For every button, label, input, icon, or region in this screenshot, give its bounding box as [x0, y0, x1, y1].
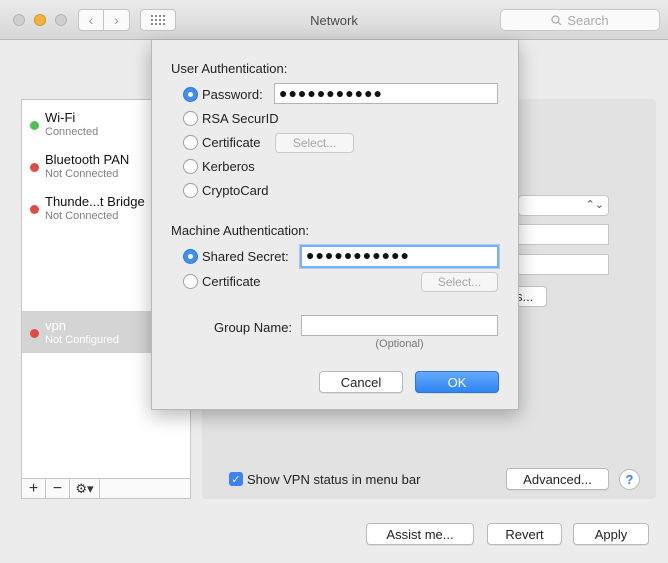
status-dot-icon — [30, 329, 39, 338]
password-radio[interactable] — [183, 87, 198, 102]
configuration-popup[interactable]: ⌃⌄ — [518, 195, 609, 216]
password-field[interactable]: ●●●●●●●●●●● — [274, 83, 498, 104]
status-dot-icon — [30, 121, 39, 130]
group-name-label: Group Name: — [214, 320, 293, 335]
status-dot-icon — [30, 163, 39, 172]
apply-button[interactable]: Apply — [573, 523, 649, 545]
group-name-hint: (Optional) — [375, 338, 424, 350]
cancel-button[interactable]: Cancel — [319, 371, 403, 393]
cryptocard-radio[interactable] — [183, 183, 198, 198]
advanced-button[interactable]: Advanced... — [506, 468, 609, 490]
title-bar: ‹ › Network Search — [0, 0, 668, 40]
certificate-label: Certificate — [202, 135, 261, 150]
rsa-securid-label: RSA SecurID — [202, 111, 279, 126]
service-status: Connected — [45, 126, 99, 138]
search-field[interactable]: Search — [500, 9, 660, 31]
group-name-field[interactable] — [301, 315, 498, 336]
account-name-field[interactable] — [518, 254, 609, 275]
shared-secret-label: Shared Secret: — [202, 249, 289, 264]
help-icon[interactable]: ? — [619, 469, 640, 490]
user-authentication-heading: User Authentication: — [171, 61, 288, 76]
service-name: Bluetooth PAN — [45, 152, 130, 167]
kerberos-radio[interactable] — [183, 159, 198, 174]
shared-secret-field[interactable]: ●●●●●●●●●●● — [300, 245, 499, 268]
certificate-radio[interactable] — [183, 135, 198, 150]
status-dot-icon — [30, 205, 39, 214]
shared-secret-radio[interactable] — [183, 249, 198, 264]
add-service-button[interactable]: + — [22, 479, 46, 498]
cryptocard-label: CryptoCard — [202, 183, 269, 198]
service-status: Not Connected — [45, 210, 119, 222]
ok-button[interactable]: OK — [415, 371, 499, 393]
show-vpn-status-checkbox[interactable]: ✓ — [229, 472, 243, 486]
machine-authentication-heading: Machine Authentication: — [171, 223, 310, 238]
machine-certificate-select-button[interactable]: Select... — [421, 272, 498, 292]
password-label: Password: — [202, 87, 263, 102]
remove-service-button[interactable]: − — [46, 479, 70, 498]
service-list-toolbar: + − ⚙▾ — [21, 478, 191, 499]
service-name: vpn — [45, 318, 66, 333]
service-status: Not Configured — [45, 334, 119, 346]
rsa-securid-radio[interactable] — [183, 111, 198, 126]
machine-certificate-label: Certificate — [202, 274, 261, 289]
service-status: Not Connected — [45, 168, 119, 180]
machine-certificate-radio[interactable] — [183, 274, 198, 289]
revert-button[interactable]: Revert — [487, 523, 562, 545]
user-certificate-select-button[interactable]: Select... — [275, 133, 354, 153]
show-vpn-status-label: Show VPN status in menu bar — [247, 472, 421, 487]
service-name: Wi-Fi — [45, 110, 76, 125]
kerberos-label: Kerberos — [202, 159, 255, 174]
gear-icon[interactable]: ⚙▾ — [70, 479, 100, 498]
service-name: Thunde...t Bridge — [45, 194, 145, 209]
server-address-field[interactable] — [518, 224, 609, 245]
search-icon — [551, 14, 562, 25]
assist-me-button[interactable]: Assist me... — [366, 523, 474, 545]
search-placeholder: Search — [567, 12, 609, 28]
